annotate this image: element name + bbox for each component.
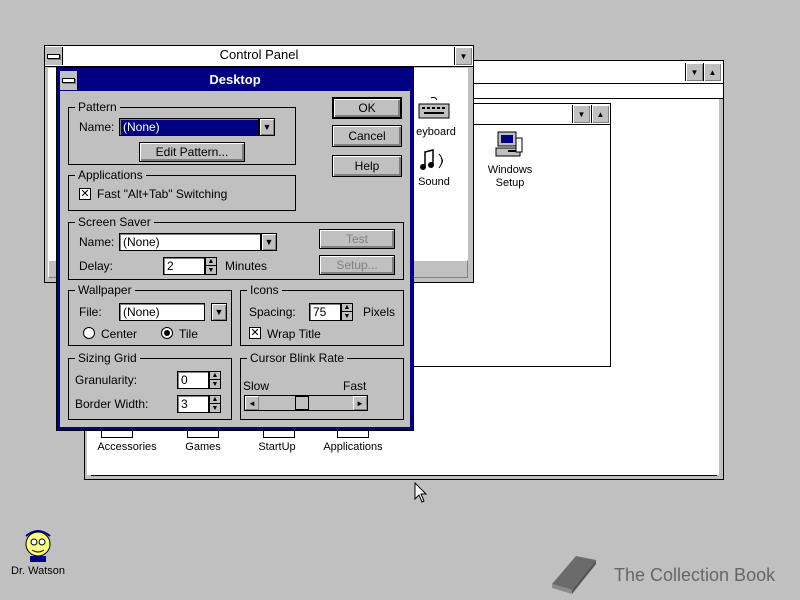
spacing-input[interactable]: 75 [309,303,341,321]
games-label: Games [185,441,221,453]
control-panel-system-menu[interactable] [45,47,63,65]
book-icon [548,550,600,596]
sizing-grid-legend: Sizing Grid [75,351,140,365]
wrap-title-checkbox[interactable]: ✕ [249,327,261,339]
mouse-cursor [414,481,428,507]
pattern-dropdown-arrow[interactable]: ▼ [259,118,275,136]
slow-label: Slow [243,379,270,393]
wallpaper-dropdown-arrow[interactable]: ▼ [211,303,227,321]
screen-saver-group: Screen Saver Name: (None) ▼ Delay: 2 ▲ ▼ … [68,215,404,280]
cancel-button[interactable]: Cancel [332,125,402,147]
delay-spinner[interactable]: ▲ ▼ [205,257,217,275]
maximize-button[interactable]: ▲ [703,63,721,81]
help-button[interactable]: Help [332,155,402,177]
wallpaper-file-label: File: [79,305,102,319]
wallpaper-file-dropdown[interactable]: (None) [119,303,205,321]
test-button[interactable]: Test [319,229,395,249]
desktop-dialog-titlebar[interactable]: Desktop [60,71,410,90]
spacing-spinner[interactable]: ▲ ▼ [341,303,353,321]
accessories-label: Accessories [97,441,157,453]
scroll-left-arrow[interactable]: ◄ [245,396,259,410]
setup-button[interactable]: Setup... [319,255,395,275]
delay-input[interactable]: 2 [163,257,205,275]
cursor-blink-group: Cursor Blink Rate Slow Fast ◄ ► [240,351,404,420]
ok-button[interactable]: OK [332,97,402,119]
fast-switch-checkbox[interactable]: ✕ [79,188,91,200]
icons-group: Icons Spacing: 75 ▲ ▼ Pixels ✕ Wrap Title [240,283,404,346]
fast-label: Fast [343,379,367,393]
scroll-right-arrow[interactable]: ► [353,396,367,410]
wallpaper-group: Wallpaper File: (None) ▼ Center Tile [68,283,232,346]
pattern-name-dropdown[interactable]: (None) [119,118,259,136]
minimize-button[interactable]: ▼ [685,63,703,81]
border-width-label: Border Width: [75,397,149,411]
group-maximize-button[interactable]: ▲ [591,105,609,123]
pattern-group: Pattern Name: (None) ▼ Edit Pattern... [68,100,296,165]
keyboard-icon[interactable] [417,96,451,122]
granularity-label: Granularity: [75,373,138,387]
cursor-blink-legend: Cursor Blink Rate [247,351,348,365]
startup-label: StartUp [258,441,296,453]
sound-icon[interactable] [419,146,449,176]
windows-setup-icon[interactable] [494,130,524,162]
granularity-input[interactable]: 0 [177,371,209,389]
spacing-label: Spacing: [249,305,296,319]
applications-label: Applications [323,441,383,453]
wallpaper-legend: Wallpaper [75,283,135,297]
edit-pattern-button[interactable]: Edit Pattern... [139,142,245,162]
center-label: Center [101,327,138,341]
pattern-name-label: Name: [79,120,115,134]
border-width-input[interactable]: 3 [177,395,209,413]
screen-saver-name-label: Name: [79,235,115,249]
desktop-dialog-body: Pattern Name: (None) ▼ Edit Pattern... O… [60,91,410,427]
screen-saver-dropdown-arrow[interactable]: ▼ [261,233,277,251]
sound-label: Sound [418,176,450,188]
delay-unit-label: Minutes [225,259,268,273]
tile-label: Tile [179,327,198,341]
pattern-legend: Pattern [75,100,120,114]
applications-legend: Applications [75,168,146,182]
scroll-thumb[interactable] [295,396,309,410]
dr-watson-icon[interactable] [20,528,56,564]
center-radio[interactable] [83,327,95,339]
icons-legend: Icons [247,283,282,297]
border-width-spinner[interactable]: ▲ ▼ [209,395,221,413]
fast-switch-label: Fast "Alt+Tab" Switching [97,187,228,201]
wrap-title-label: Wrap Title [267,327,321,341]
sizing-grid-group: Sizing Grid Granularity: 0 ▲ ▼ Border Wid… [68,351,232,420]
dr-watson-label: Dr. Watson [11,565,65,577]
granularity-spinner[interactable]: ▲ ▼ [209,371,221,389]
control-panel-minimize-button[interactable]: ▼ [454,47,472,65]
keyboard-label: eyboard [416,126,456,138]
applications-group: Applications ✕ Fast "Alt+Tab" Switching [68,168,296,211]
control-panel-titlebar[interactable]: Control Panel [45,46,473,67]
watermark-text: The Collection Book [614,565,776,585]
group-minimize-button[interactable]: ▼ [572,105,590,123]
desktop-dialog: Desktop Pattern Name: (None) ▼ Edit Patt… [56,67,414,431]
screen-saver-legend: Screen Saver [75,215,154,229]
delay-label: Delay: [79,259,114,273]
desktop-dialog-system-menu[interactable] [60,71,78,90]
windows-setup-label: Windows Setup [487,164,533,189]
screen-saver-name-dropdown[interactable]: (None) [119,233,261,251]
tile-radio[interactable] [161,327,173,339]
spacing-unit-label: Pixels [363,305,396,319]
blink-rate-scrollbar[interactable]: ◄ ► [244,395,368,411]
